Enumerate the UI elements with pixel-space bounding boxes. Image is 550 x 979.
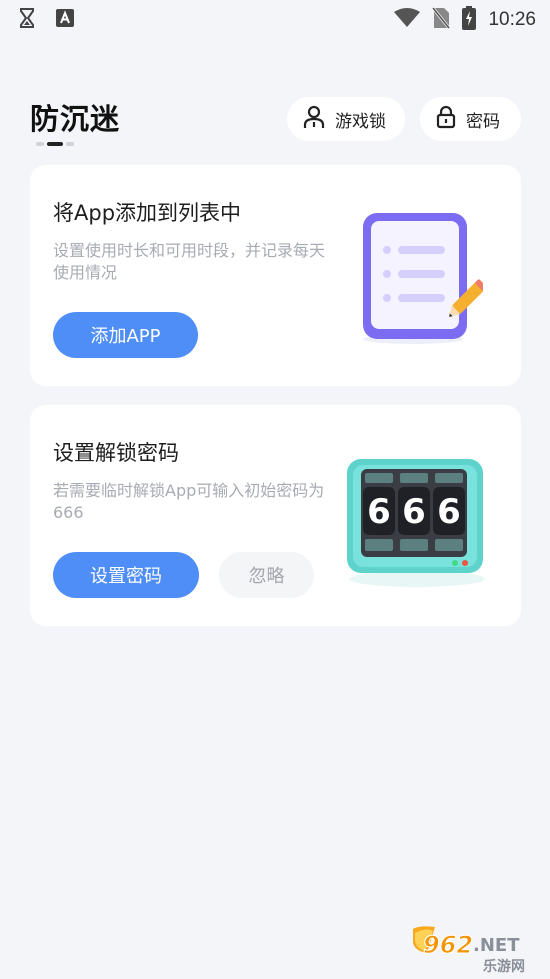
- indicator-dot: [66, 142, 74, 146]
- card-title: 将App添加到列表中: [53, 201, 242, 225]
- card-description: 若需要临时解锁App可输入初始密码为666: [53, 481, 325, 522]
- watermark-site-name: 乐游网: [483, 958, 525, 975]
- a-badge-icon: [56, 9, 74, 31]
- status-time: 10:26: [488, 9, 536, 30]
- ignore-button[interactable]: 忽略: [219, 552, 314, 598]
- game-lock-button[interactable]: 游戏锁: [287, 97, 405, 141]
- battery-charging-icon: [462, 6, 477, 34]
- unlock-password-card: 设置解锁密码 若需要临时解锁App可输入初始密码为666 设置密码 忽略 6 6…: [30, 405, 521, 626]
- notepad-pencil-icon: [353, 207, 487, 351]
- lock-digit: 6: [437, 492, 461, 532]
- lock-icon: [436, 105, 456, 134]
- indicator-dot-active: [47, 142, 63, 146]
- add-app-button[interactable]: 添加APP: [53, 312, 198, 358]
- title-indicator: [36, 142, 74, 146]
- indicator-dot: [36, 142, 44, 146]
- lock-digit: 6: [367, 492, 391, 532]
- no-sim-icon: [432, 7, 451, 33]
- watermark-number: 962: [423, 931, 473, 959]
- hourglass-icon: [20, 8, 34, 32]
- set-password-button[interactable]: 设置密码: [53, 552, 199, 598]
- password-label: 密码: [466, 111, 500, 132]
- status-bar: 10:26: [0, 0, 550, 38]
- person-icon: [303, 105, 325, 134]
- wifi-icon: [394, 8, 421, 32]
- watermark-domain: .NET: [473, 935, 520, 956]
- page-title: 防沉迷: [30, 102, 121, 136]
- password-button[interactable]: 密码: [420, 97, 521, 141]
- game-lock-label: 游戏锁: [335, 111, 386, 132]
- card-title: 设置解锁密码: [53, 441, 179, 465]
- lock-digit: 6: [402, 492, 426, 532]
- site-watermark: 962 .NET 乐游网: [409, 923, 544, 975]
- add-app-card: 将App添加到列表中 设置使用时长和可用时段，并记录每天使用情况 添加APP: [30, 165, 521, 386]
- card-description: 设置使用时长和可用时段，并记录每天使用情况: [53, 241, 326, 282]
- code-lock-666-icon: 6 6 6: [343, 455, 491, 593]
